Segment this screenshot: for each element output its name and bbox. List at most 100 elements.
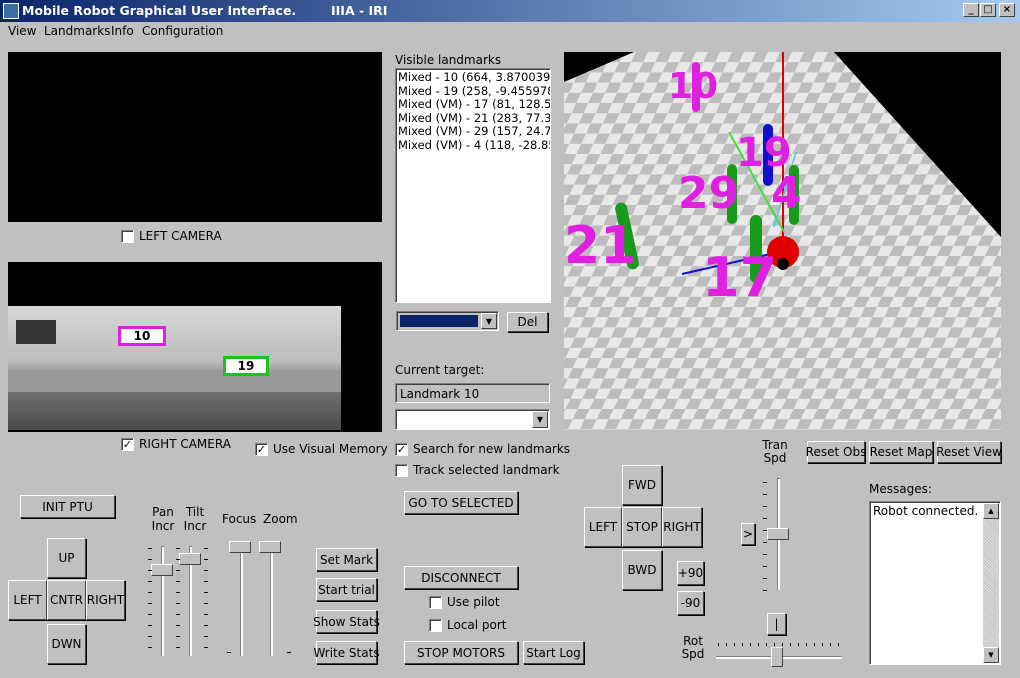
reset-view-button[interactable]: Reset View [936, 441, 1002, 463]
scroll-up-icon[interactable]: ▲ [983, 503, 999, 519]
focus-label: Focus [222, 512, 257, 526]
slider-tick [204, 614, 208, 615]
right-camera-view: 10 19 [8, 262, 382, 432]
list-item[interactable]: Mixed (VM) - 17 (81, 128.5366 [396, 97, 550, 112]
ptu-right-button[interactable]: RIGHT [86, 580, 125, 620]
slider-tick [176, 592, 180, 593]
show-stats-button[interactable]: Show Stats [313, 610, 380, 633]
slider-tick [742, 643, 743, 646]
slider-tick [750, 643, 751, 646]
tv-shape [16, 320, 56, 344]
messages-scrollbar[interactable]: ▲ ▼ [983, 503, 999, 663]
delete-button[interactable]: Del [507, 312, 548, 332]
reset-map-button[interactable]: Reset Map [869, 441, 933, 463]
drive-fwd-button[interactable]: FWD [622, 465, 662, 505]
go-to-selected-button[interactable]: GO TO SELECTED [404, 491, 518, 514]
slider-tick [830, 643, 831, 646]
init-ptu-button[interactable]: INIT PTU [20, 495, 115, 518]
visual-memory-checkbox[interactable]: ✓ [255, 443, 268, 456]
message-line: Robot connected. [873, 504, 979, 518]
slider-tick [204, 592, 208, 593]
slider-tick [148, 647, 152, 648]
menu-view[interactable]: View [8, 24, 36, 38]
target-dropdown[interactable]: ▼ [395, 409, 550, 430]
pan-slider-track[interactable] [161, 546, 164, 656]
local-port-label: Local port [447, 618, 507, 632]
ptu-left-button[interactable]: LEFT [8, 580, 47, 620]
local-port-checkbox[interactable] [429, 619, 442, 632]
tran-arrow-button[interactable]: > [741, 523, 755, 545]
use-pilot-label: Use pilot [447, 595, 500, 609]
list-item[interactable]: Mixed (VM) - 29 (157, 24.7579 [396, 124, 550, 139]
rot-speed-thumb[interactable] [771, 647, 783, 667]
slider-tick [790, 643, 791, 646]
search-landmarks-checkbox[interactable]: ✓ [395, 443, 408, 456]
slider-tick [148, 614, 152, 615]
zoom-slider-track[interactable] [270, 546, 273, 656]
menu-landmarks[interactable]: Landmarks [44, 24, 110, 38]
slider-tick [176, 603, 180, 604]
ptu-center-button[interactable]: CNTR [47, 580, 86, 620]
scroll-down-icon[interactable]: ▼ [983, 647, 999, 663]
tilt-slider-thumb[interactable] [179, 553, 201, 565]
right-camera-checkbox[interactable]: ✓ [121, 438, 134, 451]
drive-right-button[interactable]: RIGHT [662, 507, 702, 547]
close-button[interactable]: × [999, 3, 1015, 17]
left-camera-checkbox[interactable] [121, 230, 134, 243]
disconnect-button[interactable]: DISCONNECT [404, 566, 518, 589]
map-3d-view[interactable]: 10 19 29 4 21 17 [564, 52, 1001, 430]
slider-tick [763, 578, 767, 579]
slider-tick [176, 559, 180, 560]
visual-memory-label: Use Visual Memory [273, 442, 388, 456]
list-item[interactable]: Mixed (VM) - 4 (118, -28.85671 [396, 138, 550, 153]
landmark-dropdown[interactable]: ▼ [396, 311, 499, 331]
floor-strip [8, 370, 341, 392]
reset-obs-button[interactable]: Reset Obs [806, 441, 866, 463]
slider-tick [763, 530, 767, 531]
rotate-plus90-button[interactable]: +90 [677, 561, 704, 585]
slider-tick [822, 643, 823, 646]
list-item[interactable]: Mixed - 10 (664, 3.870039) [396, 70, 550, 85]
scene-label-21: 21 [564, 216, 637, 276]
landmarks-listbox[interactable]: Mixed - 10 (664, 3.870039) Mixed - 19 (2… [395, 68, 551, 303]
set-mark-button[interactable]: Set Mark [316, 548, 377, 571]
messages-box[interactable]: Robot connected. ▲ ▼ [869, 501, 1001, 665]
scene-label-29: 29 [678, 168, 740, 219]
drive-left-button[interactable]: LEFT [584, 507, 622, 547]
ptu-up-button[interactable]: UP [47, 538, 86, 578]
menu-info[interactable]: Info [111, 24, 134, 38]
stop-motors-button[interactable]: STOP MOTORS [404, 641, 518, 664]
pan-slider-thumb[interactable] [151, 564, 173, 576]
drive-bwd-button[interactable]: BWD [622, 550, 662, 590]
slider-tick [763, 566, 767, 567]
tilt-incr-label: Tilt Incr [183, 505, 207, 533]
track-landmark-checkbox[interactable] [395, 464, 408, 477]
search-landmarks-label: Search for new landmarks [413, 442, 571, 456]
chevron-down-icon[interactable]: ▼ [481, 313, 497, 329]
menu-configuration[interactable]: Configuration [142, 24, 223, 38]
zoom-slider-thumb[interactable] [259, 541, 281, 553]
visible-landmarks-label: Visible landmarks [395, 53, 502, 67]
write-stats-button[interactable]: Write Stats [313, 641, 380, 664]
focus-slider-track[interactable] [240, 546, 243, 656]
rot-center-button[interactable]: | [767, 613, 786, 635]
slider-tick [148, 592, 152, 593]
start-log-button[interactable]: Start Log [523, 641, 584, 664]
slider-tick [798, 643, 799, 646]
chevron-down-icon[interactable]: ▼ [532, 411, 548, 428]
minimize-button[interactable]: _ [963, 3, 979, 17]
focus-slider-thumb[interactable] [229, 541, 251, 553]
list-item[interactable]: Mixed (VM) - 21 (283, 77.3359 [396, 111, 550, 126]
tran-speed-thumb[interactable] [767, 528, 789, 540]
start-trial-button[interactable]: Start trial [316, 578, 377, 601]
slider-tick [774, 643, 775, 646]
scene-label-10: 10 [668, 66, 719, 107]
drive-stop-button[interactable]: STOP [622, 507, 662, 547]
list-item[interactable]: Mixed - 19 (258, -9.455978) [396, 84, 550, 99]
rotate-minus90-button[interactable]: -90 [677, 591, 704, 615]
scene-label-17: 17 [702, 246, 778, 309]
use-pilot-checkbox[interactable] [429, 596, 442, 609]
ptu-down-button[interactable]: DWN [47, 624, 86, 664]
dropdown-selection [400, 315, 478, 327]
maximize-button[interactable]: □ [980, 3, 996, 17]
